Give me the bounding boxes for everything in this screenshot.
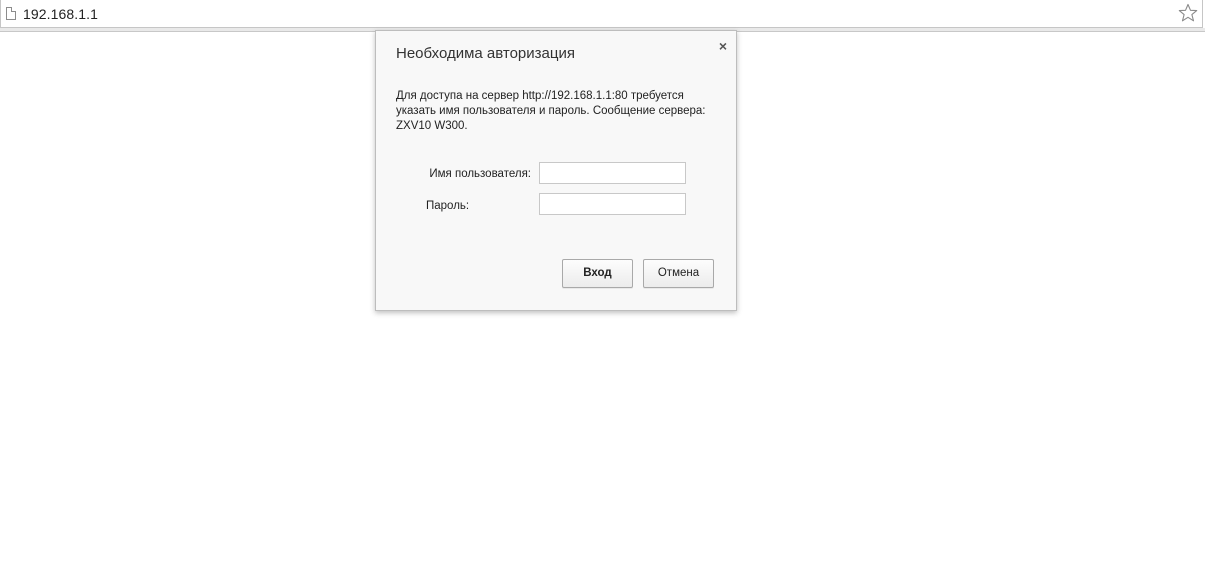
dialog-message: Для доступа на сервер http://192.168.1.1… — [396, 90, 706, 132]
login-button[interactable]: Вход — [562, 259, 633, 288]
username-input[interactable] — [539, 162, 686, 184]
cancel-button[interactable]: Отмена — [643, 259, 714, 288]
address-bar[interactable]: 192.168.1.1 — [0, 0, 1203, 28]
username-label: Имя пользователя: — [429, 168, 531, 180]
page-icon — [6, 7, 16, 20]
browser-page: 192.168.1.1 Необходима авторизация × Для… — [0, 0, 1205, 588]
dialog-title: Необходима авторизация — [396, 45, 575, 62]
url-text[interactable]: 192.168.1.1 — [23, 6, 98, 22]
close-icon[interactable]: × — [719, 38, 727, 54]
star-icon[interactable] — [1178, 3, 1198, 23]
auth-dialog: Необходима авторизация × Для доступа на … — [375, 30, 737, 311]
password-input[interactable] — [539, 193, 686, 215]
